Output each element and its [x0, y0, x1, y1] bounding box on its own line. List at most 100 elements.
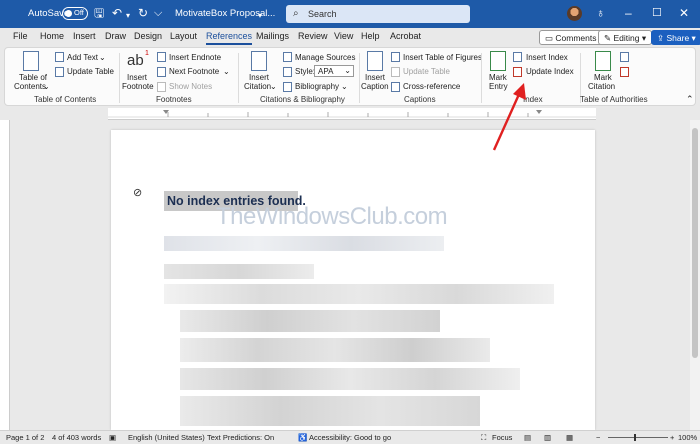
vertical-scrollbar[interactable]: [690, 120, 700, 430]
mark-citation-line1[interactable]: Mark: [594, 73, 612, 82]
insert-table-of-figures-button[interactable]: Insert Table of Figures: [403, 53, 482, 62]
undo-icon[interactable]: ↶: [112, 6, 122, 20]
group-label-citations: Citations & Bibliography: [260, 95, 345, 104]
undo-dropdown-icon[interactable]: ▾: [126, 9, 130, 23]
manage-sources-button[interactable]: Manage Sources: [295, 53, 355, 62]
insert-caption-line1[interactable]: Insert: [365, 73, 385, 82]
insert-citation-icon: [251, 51, 267, 71]
tab-file[interactable]: File: [13, 31, 28, 41]
bibliography-dropdown-icon[interactable]: ⌄: [341, 82, 348, 91]
minimize-icon[interactable]: –: [625, 6, 632, 20]
autosave-state: Off: [74, 8, 84, 17]
add-text-button[interactable]: Add Text: [67, 53, 98, 62]
read-mode-icon[interactable]: ▤: [524, 433, 531, 442]
insert-endnote-button[interactable]: Insert Endnote: [169, 53, 221, 62]
tab-review[interactable]: Review: [298, 31, 328, 41]
text-predictions-status[interactable]: Text Predictions: On: [207, 433, 274, 442]
next-footnote-button[interactable]: Next Footnote: [169, 67, 219, 76]
accessibility-status[interactable]: Accessibility: Good to go: [309, 433, 391, 442]
toc-button-line2[interactable]: Contents: [14, 82, 46, 91]
style-label: Style:: [295, 67, 316, 76]
scroll-thumb[interactable]: [692, 128, 698, 358]
update-index-button[interactable]: Update Index: [526, 67, 574, 76]
bibliography-icon: [283, 82, 292, 92]
update-table-figures-icon: [391, 67, 400, 77]
next-footnote-icon: [157, 67, 166, 77]
mark-citation-line2[interactable]: Citation: [588, 82, 615, 91]
restore-icon[interactable]: ☐: [652, 6, 662, 20]
tab-home[interactable]: Home: [40, 31, 64, 41]
focus-icon[interactable]: ⛶: [481, 433, 486, 443]
menu-bar: File Home Insert Draw Design Layout Refe…: [0, 28, 700, 46]
tab-view[interactable]: View: [334, 31, 353, 41]
insert-citation-line1[interactable]: Insert: [249, 73, 269, 82]
editing-button[interactable]: ✎ Editing ▾: [598, 30, 653, 45]
close-icon[interactable]: ✕: [679, 6, 689, 20]
tab-references[interactable]: References: [206, 31, 253, 45]
blurred-text: [164, 264, 314, 279]
insert-citation-dropdown-icon[interactable]: ⌄: [270, 82, 277, 91]
customize-toolbar-icon[interactable]: ⌵: [154, 6, 162, 20]
toc-dropdown-icon[interactable]: ⌄: [43, 82, 50, 91]
editing-label: Editing: [613, 33, 640, 43]
zoom-slider-thumb[interactable]: [634, 434, 636, 441]
anchor-icon: ⊘: [133, 187, 143, 199]
vertical-ruler[interactable]: [0, 120, 10, 430]
insert-citation-line2[interactable]: Citation: [244, 82, 271, 91]
insert-caption-icon: [367, 51, 383, 71]
title-dropdown-icon[interactable]: ▾: [258, 9, 262, 23]
insert-index-button[interactable]: Insert Index: [526, 53, 568, 62]
accessibility-icon[interactable]: ♿: [298, 433, 307, 442]
tab-acrobat[interactable]: Acrobat: [390, 31, 421, 41]
group-label-toc: Table of Contents: [34, 95, 97, 104]
mark-entry-icon: [490, 51, 506, 71]
search-box[interactable]: ⌕ Search: [286, 5, 470, 23]
update-table-button[interactable]: Update Table: [67, 67, 114, 76]
toc-button-line1[interactable]: Table of: [19, 73, 47, 82]
language-status[interactable]: English (United States): [128, 433, 205, 442]
insert-footnote-icon[interactable]: ab: [127, 52, 144, 69]
proofing-icon[interactable]: ▣: [109, 433, 116, 442]
redo-icon[interactable]: ↻: [138, 6, 148, 20]
print-layout-icon[interactable]: ▥: [544, 433, 551, 442]
page-count[interactable]: Page 1 of 2: [6, 433, 44, 442]
add-text-dropdown-icon[interactable]: ⌄: [99, 53, 106, 62]
bibliography-button[interactable]: Bibliography: [295, 82, 339, 91]
tab-mailings[interactable]: Mailings: [256, 31, 289, 41]
collapse-ribbon-icon[interactable]: ⌃: [686, 94, 694, 105]
autosave-toggle[interactable]: Off: [62, 7, 88, 20]
show-notes-button[interactable]: Show Notes: [169, 82, 212, 91]
style-select[interactable]: APA ⌄: [314, 65, 354, 77]
insert-index-icon: [513, 52, 522, 62]
blurred-text: [180, 368, 520, 390]
share-button[interactable]: ⇪ Share ▾: [651, 30, 700, 45]
update-toa-icon[interactable]: [620, 67, 629, 77]
update-table-icon: [55, 67, 64, 77]
next-footnote-dropdown-icon[interactable]: ⌄: [223, 67, 230, 76]
web-layout-icon[interactable]: ▦: [566, 433, 573, 442]
update-table-figures-button[interactable]: Update Table: [403, 67, 450, 76]
word-count[interactable]: 4 of 403 words: [52, 433, 101, 442]
zoom-in-icon[interactable]: +: [670, 433, 674, 442]
zoom-slider[interactable]: [608, 434, 668, 441]
tab-design[interactable]: Design: [134, 31, 162, 41]
comments-button[interactable]: ▭ Comments: [539, 30, 603, 45]
zoom-level[interactable]: 100%: [678, 433, 697, 442]
cross-reference-button[interactable]: Cross-reference: [403, 82, 460, 91]
insert-footnote-line1[interactable]: Insert: [127, 73, 147, 82]
style-value: APA: [318, 67, 334, 76]
lightbulb-icon[interactable]: ♁: [596, 6, 605, 20]
insert-toa-icon[interactable]: [620, 52, 629, 62]
zoom-out-icon[interactable]: −: [596, 433, 600, 442]
tab-insert[interactable]: Insert: [73, 31, 96, 41]
tab-layout[interactable]: Layout: [170, 31, 197, 41]
insert-footnote-line2[interactable]: Footnote: [122, 82, 154, 91]
title-bar: AutoSave Off 🖫 ↶ ▾ ↻ ⌵ MotivateBox Propo…: [0, 0, 700, 28]
tab-draw[interactable]: Draw: [105, 31, 126, 41]
tab-help[interactable]: Help: [361, 31, 380, 41]
focus-button[interactable]: Focus: [492, 433, 512, 442]
footnote-marker-icon: 1: [145, 50, 149, 57]
avatar[interactable]: [567, 6, 582, 21]
save-icon[interactable]: 🖫: [94, 6, 104, 20]
insert-caption-line2[interactable]: Caption: [361, 82, 389, 91]
